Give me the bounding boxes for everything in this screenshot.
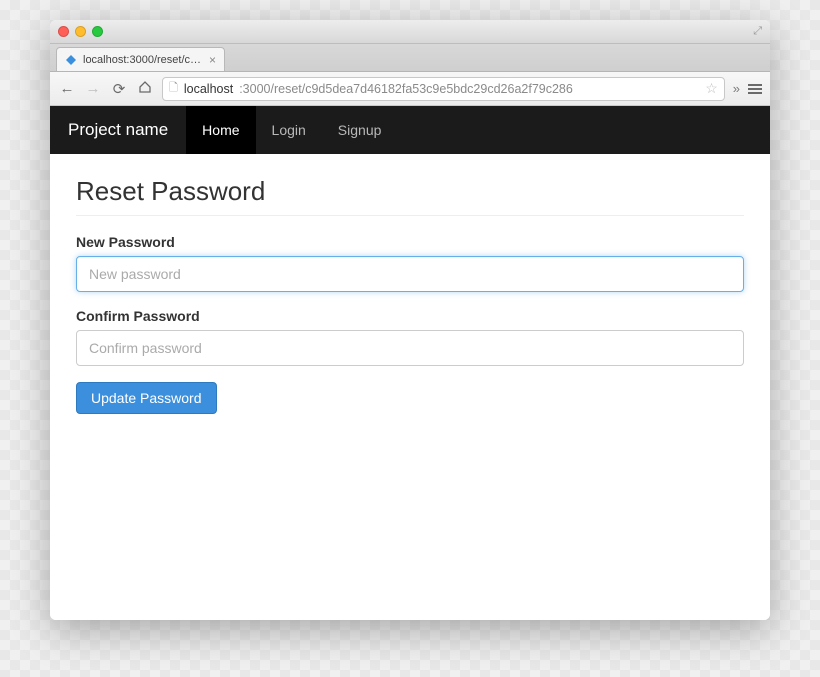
url-path: :3000/reset/c9d5dea7d46182fa53c9e5bdc29c… — [239, 82, 573, 96]
overflow-button[interactable]: » — [733, 81, 740, 96]
nav-link-login[interactable]: Login — [256, 106, 322, 154]
forward-button[interactable]: → — [84, 80, 102, 97]
browser-toolbar: ← → ⟳ 🗋 localhost :3000/reset/c9d5dea7d46… — [50, 72, 770, 106]
page-title: Reset Password — [76, 176, 744, 216]
url-host: localhost — [184, 82, 233, 96]
form-group-new-password: New Password — [76, 234, 744, 292]
reload-button[interactable]: ⟳ — [110, 80, 128, 98]
nav-link-home[interactable]: Home — [186, 106, 255, 154]
confirm-password-label: Confirm Password — [76, 308, 744, 324]
navbar-brand[interactable]: Project name — [68, 106, 186, 154]
home-button[interactable] — [136, 80, 154, 98]
browser-tab[interactable]: localhost:3000/reset/c9d5 × — [56, 47, 225, 71]
nav-link-signup[interactable]: Signup — [322, 106, 398, 154]
confirm-password-input[interactable] — [76, 330, 744, 366]
browser-window: ⤢ localhost:3000/reset/c9d5 × ← → ⟳ 🗋 lo… — [50, 20, 770, 620]
update-password-button[interactable]: Update Password — [76, 382, 217, 414]
form-group-confirm-password: Confirm Password — [76, 308, 744, 366]
new-password-label: New Password — [76, 234, 744, 250]
tab-close-icon[interactable]: × — [209, 53, 216, 67]
window-fullscreen-icon[interactable]: ⤢ — [753, 25, 762, 38]
bookmark-star-icon[interactable]: ☆ — [705, 80, 718, 97]
back-button[interactable]: ← — [58, 80, 76, 97]
new-password-input[interactable] — [76, 256, 744, 292]
app-navbar: Project name Home Login Signup — [50, 106, 770, 154]
window-close-icon[interactable] — [58, 26, 69, 37]
tab-favicon-icon — [65, 54, 77, 66]
window-titlebar: ⤢ — [50, 20, 770, 44]
main-container: Reset Password New Password Confirm Pass… — [50, 154, 770, 436]
address-bar[interactable]: 🗋 localhost :3000/reset/c9d5dea7d46182fa5… — [162, 77, 725, 101]
window-zoom-icon[interactable] — [92, 26, 103, 37]
page-info-icon[interactable]: 🗋 — [169, 79, 178, 98]
window-minimize-icon[interactable] — [75, 26, 86, 37]
tab-title: localhost:3000/reset/c9d5 — [83, 54, 203, 66]
menu-button[interactable] — [748, 84, 762, 94]
page-content: Project name Home Login Signup Reset Pas… — [50, 106, 770, 620]
browser-tabstrip: localhost:3000/reset/c9d5 × — [50, 44, 770, 72]
